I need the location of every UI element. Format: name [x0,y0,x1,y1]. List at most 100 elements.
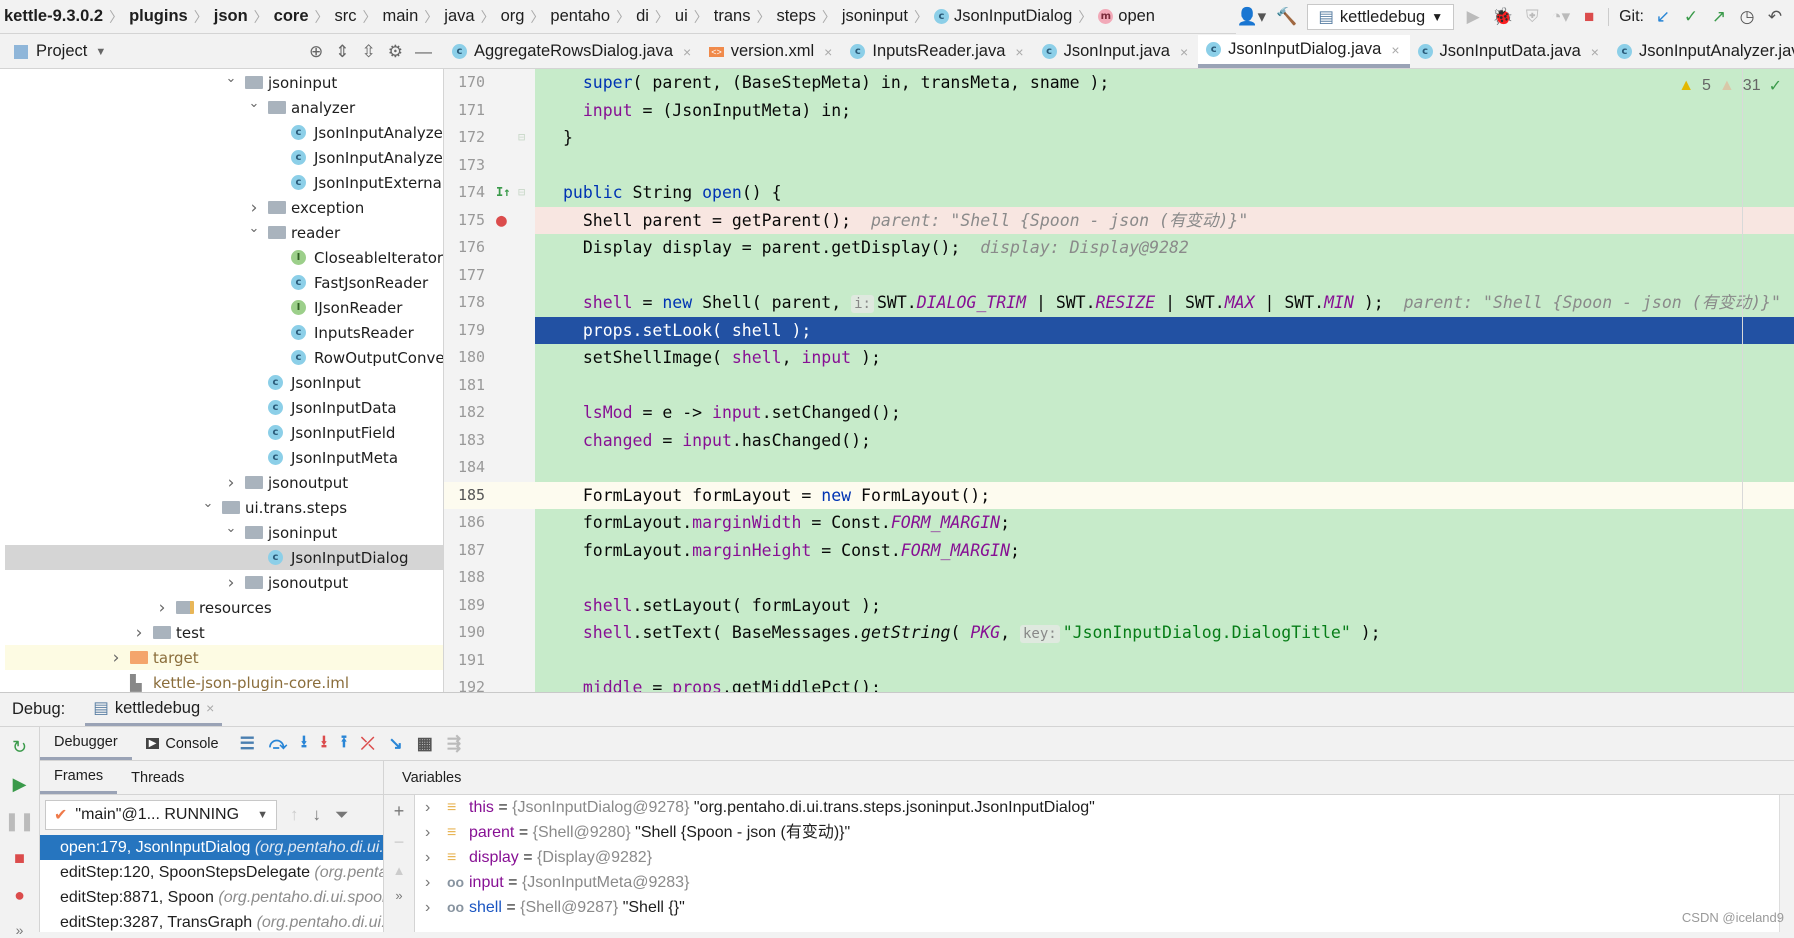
editor-tab[interactable]: c AggregateRowsDialog.java × [444,35,701,68]
tree-item[interactable]: c RowOutputConver [5,345,443,370]
breadcrumb-item[interactable]: di [632,7,653,26]
close-tab-icon[interactable]: × [1180,44,1188,60]
step-over-icon[interactable]: ⤼ [269,734,287,754]
chevron-down-icon[interactable]: ⌄ [223,521,239,536]
chevron-down-icon[interactable]: ⌄ [246,221,262,236]
code-editor[interactable]: super( parent, (BaseStepMeta) in, transM… [535,69,1794,692]
breadcrumb-item[interactable]: jsoninput [838,7,912,26]
chevron-right-icon[interactable]: › [108,648,124,668]
filter-icon[interactable]: ⏷ [335,805,349,825]
git-push-icon[interactable]: ↗ [1710,7,1728,27]
hide-minus-icon[interactable]: — [415,42,432,62]
more-icon[interactable]: » [16,922,24,938]
stop-icon[interactable]: ■ [14,848,25,869]
implements-icon[interactable]: I↑ [496,179,510,207]
debug-session-tab[interactable]: ▤ kettledebug × [85,693,223,726]
breakpoint-icon[interactable]: ● [496,207,507,235]
tree-item[interactable]: ⌄ ui.trans.steps [5,495,443,520]
close-tab-icon[interactable]: × [824,44,832,60]
chevron-down-icon[interactable]: ⌄ [200,496,216,511]
breadcrumb-item[interactable]: main [379,7,423,26]
breadcrumb-item[interactable]: org [497,7,529,26]
stop-icon[interactable]: ■ [1580,7,1598,27]
chevron-down-icon[interactable]: ⌄ [223,71,239,86]
chevron-right-icon[interactable]: › [131,623,147,643]
breadcrumb-item[interactable]: core [270,7,313,26]
stack-frame[interactable]: open:179, JsonInputDialog (org.pentaho.d… [40,835,383,860]
chevron-right-icon[interactable]: › [223,473,239,493]
pause-icon[interactable]: ❚❚ [4,811,34,832]
editor-tab[interactable]: c JsonInput.java × [1034,35,1199,68]
add-watch-icon[interactable]: + [394,801,405,822]
editor-tab[interactable]: c InputsReader.java × [842,35,1033,68]
git-commit-icon[interactable]: ✓ [1682,7,1700,27]
chevron-down-icon[interactable]: ⌄ [246,96,262,111]
collapse-all-icon[interactable]: ⇳ [362,42,376,62]
breadcrumb-item[interactable]: java [440,7,478,26]
chevron-right-icon[interactable]: › [223,573,239,593]
fold-marker-icon[interactable]: ⊟ [518,124,525,152]
git-update-icon[interactable]: ↙ [1654,7,1672,27]
tree-item[interactable]: ⌄ reader [5,220,443,245]
tree-item[interactable]: ⌄ analyzer [5,95,443,120]
editor-tab[interactable]: c JsonInputDialog.java × [1198,35,1410,68]
breadcrumb-item[interactable]: pentaho [546,7,614,26]
view-breakpoints-icon[interactable]: ● [14,885,25,906]
expand-all-icon[interactable]: ⇕ [335,42,349,62]
chevron-right-icon[interactable]: › [246,198,262,218]
tree-item[interactable]: c JsonInput [5,370,443,395]
chevron-right-icon[interactable]: › [425,795,447,820]
tree-item[interactable]: c JsonInputExternalR [5,170,443,195]
profile-icon[interactable]: ◔▾ [1551,7,1570,27]
breadcrumb-item[interactable]: json [210,7,252,26]
run-to-cursor-icon[interactable]: ↘ [389,734,403,754]
tree-item[interactable]: c JsonInputAnalyzer [5,120,443,145]
run-configuration-select[interactable]: ▤ kettledebug ▼ [1307,4,1455,30]
debug-bug-icon[interactable]: 🐞 [1492,7,1513,27]
arrow-down-icon[interactable]: ↓ [313,805,322,825]
project-panel-title[interactable]: Project [36,42,87,61]
stack-frame[interactable]: editStep:8871, Spoon (org.pentaho.di.ui.… [40,885,383,910]
tree-item[interactable]: c JsonInputAnalyzerP [5,145,443,170]
close-tab-icon[interactable]: × [1591,44,1599,60]
tree-item[interactable]: c JsonInputField [5,420,443,445]
tree-item[interactable]: › jsonoutput [5,570,443,595]
tree-item[interactable]: I CloseableIterator [5,245,443,270]
remove-watch-icon[interactable]: − [394,832,405,853]
breadcrumb-item[interactable]: steps [772,7,819,26]
tree-item[interactable]: c InputsReader [5,320,443,345]
breadcrumb-item[interactable]: trans [710,7,755,26]
chevron-right-icon[interactable]: › [154,598,170,618]
tab-debugger[interactable]: Debugger [40,727,132,760]
tree-item[interactable]: › exception [5,195,443,220]
stack-frame[interactable]: editStep:3287, TransGraph (org.pentaho.d… [40,910,383,932]
chevron-right-icon[interactable]: › [425,845,447,870]
rerun-icon[interactable]: ↻ [12,737,27,758]
variable-row[interactable]: › ≡ this = {JsonInputDialog@9278} "org.pen… [415,795,1779,820]
thread-selector[interactable]: ✔ "main"@1... RUNNING ▼ [45,800,277,830]
user-icon[interactable]: 👤▾ [1236,7,1266,27]
inspection-widget[interactable]: ▲ 5 ▲ 31 ✓ [1678,76,1782,96]
more-icon[interactable]: » [395,888,402,903]
variable-row[interactable]: › ≡ display = {Display@9282} [415,845,1779,870]
tree-item[interactable]: c FastJsonReader [5,270,443,295]
tree-item[interactable]: › target [5,645,443,670]
editor-tab[interactable]: c JsonInputData.java × [1410,35,1609,68]
tab-threads[interactable]: Threads [117,761,198,794]
breadcrumb-item[interactable]: m open [1094,7,1159,26]
variable-row[interactable]: › ≡ parent = {Shell@9280} "Shell {Spoon - … [415,820,1779,845]
drop-frame-icon[interactable]: ⤫ [361,734,375,754]
tree-item[interactable]: ⌄ jsoninput [5,520,443,545]
move-up-icon[interactable]: ▲ [393,863,406,878]
step-into-icon[interactable]: ⭳ [301,729,307,758]
layout-menu-icon[interactable]: ☰ [240,734,255,754]
force-step-into-icon[interactable]: ⭳ [321,729,327,758]
resume-icon[interactable]: ▶ [13,774,27,795]
tree-item[interactable]: c JsonInputMeta [5,445,443,470]
close-tab-icon[interactable]: × [1015,44,1023,60]
tree-item[interactable]: c JsonInputDialog [5,545,443,570]
evaluate-expression-icon[interactable]: ▦ [417,734,433,754]
fold-marker-icon[interactable]: ⊟ [518,179,525,207]
coverage-icon[interactable]: ⛨ [1523,7,1541,27]
tab-frames[interactable]: Frames [40,761,118,794]
